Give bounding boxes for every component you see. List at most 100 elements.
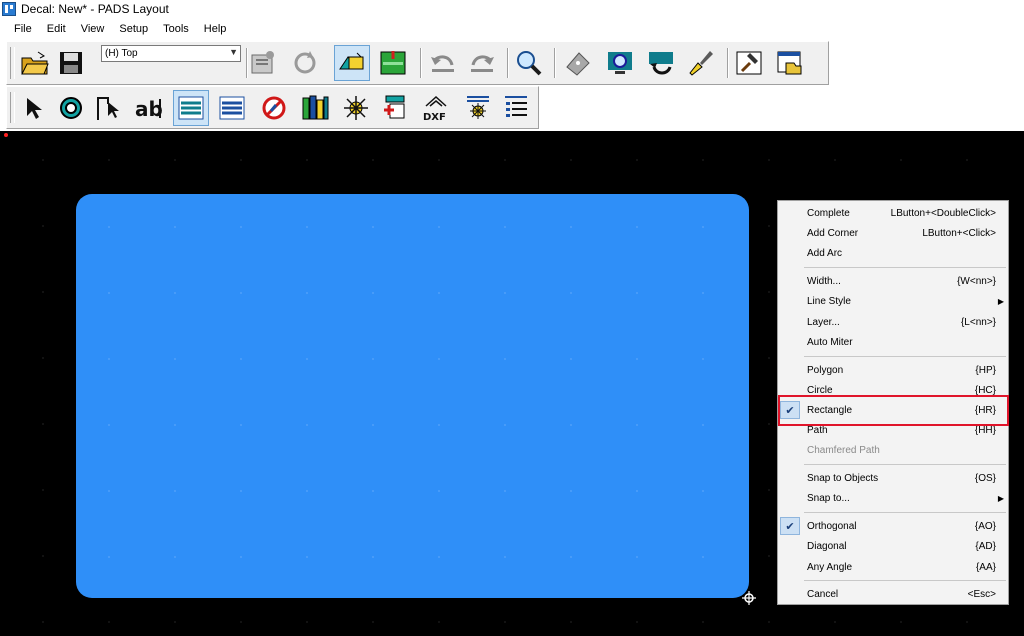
menu-item-label: Width... [807,275,841,287]
submenu-arrow-icon: ▶ [997,493,1004,503]
dxf-import-button[interactable]: DXF [418,90,454,126]
add-text-button[interactable]: ab [131,90,167,126]
menu-item-snap-to[interactable]: Snap to... ▶ [778,488,1008,508]
terminal-button[interactable] [338,90,374,126]
menu-item-label: Layer... [807,316,840,328]
menu-item-width[interactable]: Width... {W<nn>} [778,271,1008,291]
menu-item-label: Rectangle [807,404,853,416]
undo-button[interactable] [425,45,461,81]
terminal-renumber-button[interactable] [460,90,496,126]
drafting-toolbar-button[interactable] [334,45,370,81]
menu-item-shortcut: {AD} [975,540,996,552]
save-button[interactable] [53,45,89,81]
attributes-list-button[interactable] [498,90,534,126]
terminal-starburst-icon [344,96,368,120]
paint-brush-icon [689,51,713,76]
menu-separator [804,464,1006,465]
keepout-button[interactable] [256,90,292,126]
window-tool-button[interactable] [772,45,808,81]
menu-item-any-angle[interactable]: Any Angle {AA} [778,557,1008,577]
menu-item-add-arc[interactable]: Add Arc [778,243,1008,263]
decal-wizard-icon [380,51,406,75]
open-folder-button[interactable] [17,45,53,81]
menu-item-orthogonal[interactable]: ✔ Orthogonal {AO} [778,516,1008,536]
copper-cutout-icon [219,96,245,120]
menu-item-complete[interactable]: Complete LButton+<DoubleClick> [778,203,1008,223]
menu-view[interactable]: View [72,23,111,35]
keepout-icon [262,96,286,120]
menu-item-label: Chamfered Path [807,444,880,456]
eraser-icon [566,52,590,76]
window-title: Decal: New* - PADS Layout [21,2,169,16]
menu-help[interactable]: Help [195,23,233,35]
menu-setup[interactable]: Setup [110,23,154,35]
hammer-tool-button[interactable] [731,45,767,81]
origin-marker [4,133,8,137]
zoom-button[interactable] [511,45,547,81]
menu-item-shortcut: <Esc> [967,588,996,600]
toolbar-area: (H) Top ▼ ab DXF [0,40,1024,130]
menu-item-circle[interactable]: Circle {HC} [778,380,1008,400]
menu-item-label: Add Arc [807,247,843,259]
menu-item-add-corner[interactable]: Add Corner LButton+<Click> [778,223,1008,243]
menu-item-snap-to-objects[interactable]: Snap to Objects {OS} [778,468,1008,488]
menu-item-label: Orthogonal [807,520,857,532]
view-board-button[interactable] [602,45,638,81]
menu-item-polygon[interactable]: Polygon {HP} [778,360,1008,380]
menu-separator [804,356,1006,357]
copper-cutout-button[interactable] [214,90,250,126]
refresh-button[interactable] [287,45,323,81]
menu-item-label: Snap to Objects [807,472,879,484]
create-2d-line-button[interactable] [91,90,127,126]
decal-wizard-button[interactable] [375,45,411,81]
menu-item-auto-miter[interactable]: Auto Miter [778,332,1008,352]
svg-text:DXF: DXF [423,112,446,122]
menu-item-cancel[interactable]: Cancel <Esc> [778,584,1008,604]
copper-button[interactable] [173,90,209,126]
menu-item-diagonal[interactable]: Diagonal {AD} [778,536,1008,556]
properties-button[interactable] [245,45,281,81]
menu-item-line-style[interactable]: Line Style ▶ [778,291,1008,311]
toolbar-grip[interactable] [10,47,15,79]
menu-item-shortcut: {HP} [975,364,996,376]
menu-item-label: Circle [807,384,833,396]
menu-separator [804,267,1006,268]
library-button[interactable] [297,90,333,126]
layer-select[interactable]: (H) Top ▼ [101,45,241,62]
window-folder-icon [777,51,802,75]
clean-up-button[interactable] [683,45,719,81]
select-mode-button[interactable] [15,90,51,126]
menu-item-shortcut: {AA} [975,561,996,573]
redo-button[interactable] [464,45,500,81]
menu-item-layer[interactable]: Layer... {L<nn>} [778,312,1008,332]
open-folder-icon [21,51,49,75]
menu-item-label: Line Style [807,295,851,307]
menu-item-shortcut: {HC} [974,384,996,396]
context-menu: Complete LButton+<DoubleClick> Add Corne… [777,200,1009,605]
menu-item-label: Auto Miter [807,336,853,348]
incremental-terminal-button[interactable] [377,90,413,126]
toolbar-separator [554,48,556,78]
menu-item-shortcut: {OS} [974,472,996,484]
menu-tools[interactable]: Tools [154,23,195,35]
menu-item-rectangle[interactable]: ✔ Rectangle {HR} [778,400,1008,420]
layer-select-value: (H) Top [105,48,138,59]
standard-toolbar: (H) Top ▼ [6,41,829,85]
menu-bar: File Edit View Setup Tools Help [0,19,1024,39]
redraw-button[interactable] [643,45,679,81]
submenu-arrow-icon: ▶ [997,296,1004,306]
menu-edit[interactable]: Edit [38,23,72,35]
toolbar-separator [727,48,729,78]
menu-item-path[interactable]: Path {HH} [778,420,1008,440]
floppy-disk-icon [60,52,82,74]
modeless-button[interactable] [53,90,89,126]
menu-file[interactable]: File [0,23,38,35]
eraser-button[interactable] [560,45,596,81]
menu-item-label: Snap to... [807,492,850,504]
menu-item-shortcut: {AO} [974,520,996,532]
app-icon [2,2,16,16]
copper-layers-icon [178,96,204,120]
svg-text:ab: ab [135,97,163,121]
magnifier-icon [517,51,542,76]
rectangle-shape[interactable] [76,194,749,598]
